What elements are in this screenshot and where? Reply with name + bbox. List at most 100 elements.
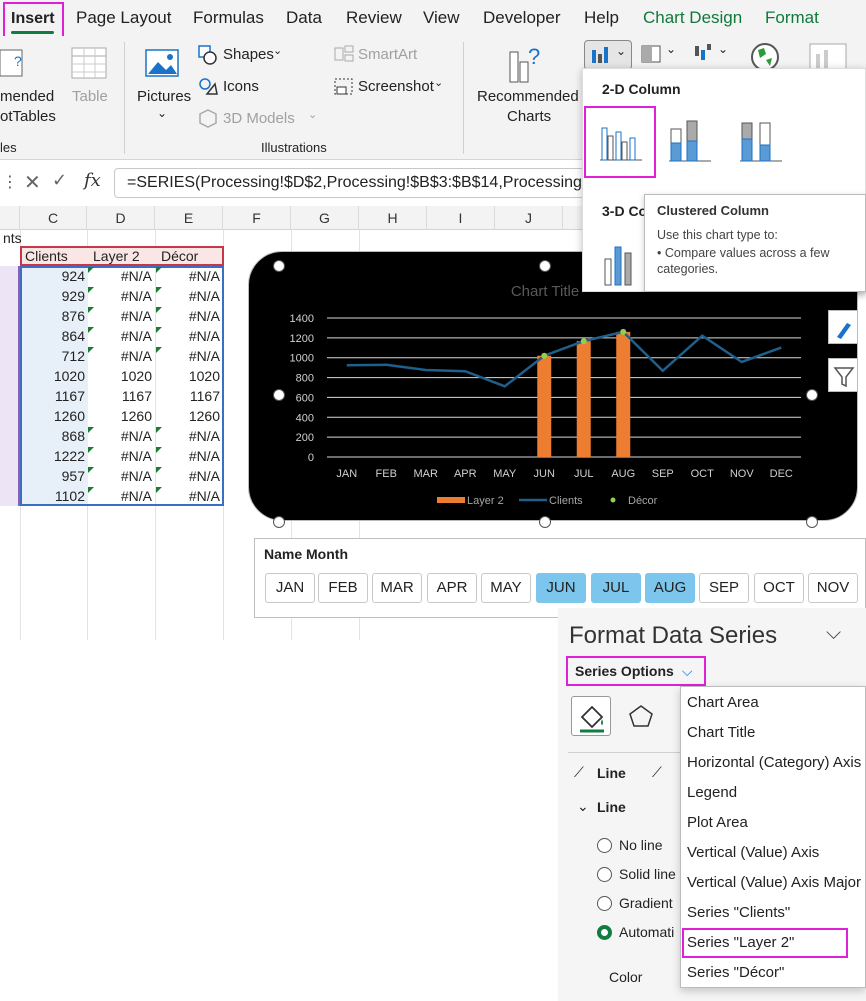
column-header-j[interactable]: J [495,206,563,230]
tab-page-layout[interactable]: Page Layout [76,8,171,28]
table-cell[interactable]: 924 [20,266,88,286]
menu-item[interactable]: Horizontal (Category) Axis [687,754,861,771]
chart-title[interactable]: Chart Title [511,283,579,300]
table-cell[interactable]: 1260 [20,406,88,426]
menu-item[interactable]: Chart Area [687,694,759,711]
radio-label[interactable]: Gradient [619,895,673,911]
menu-item[interactable]: Legend [687,784,737,801]
line-tab-icon[interactable]: ⟋ [574,764,584,781]
radio-gradient[interactable] [597,896,612,911]
3d-clustered-column-icon[interactable] [601,229,645,289]
pictures-dropdown-icon[interactable]: ⌄ [157,106,167,120]
section-collapse-chevron-icon[interactable]: ⌄ [577,798,589,815]
table-cell[interactable]: #N/A [155,326,223,346]
tab-view[interactable]: View [423,8,460,28]
table-button[interactable]: Table [72,88,108,105]
slicer-item-may[interactable]: MAY [481,573,531,603]
table-cell[interactable]: #N/A [155,306,223,326]
column-header-i[interactable]: I [427,206,495,230]
screenshot-dropdown-icon[interactable]: ⌄ [434,76,443,89]
menu-item[interactable]: Series "Décor" [687,964,784,981]
table-cell[interactable]: 1020 [155,366,223,386]
column-header-h[interactable]: H [359,206,427,230]
column-header-c[interactable]: C [20,206,87,230]
100-stacked-column-icon[interactable] [738,113,784,169]
resize-handle-top-left[interactable] [273,260,285,272]
menu-item[interactable]: Plot Area [687,814,748,831]
pane-options-chevron-icon[interactable]: ⌵ [826,622,841,645]
cancel-icon[interactable]: ✕ [24,170,41,195]
table-cell[interactable]: #N/A [87,266,155,286]
radio-label[interactable]: Solid line [619,866,676,882]
menu-item[interactable]: Vertical (Value) Axis Major [687,874,861,891]
stacked-column-icon[interactable] [667,113,713,169]
menu-item[interactable]: Chart Title [687,724,755,741]
pictures-button[interactable]: Pictures [137,88,191,105]
table-cell[interactable]: #N/A [155,426,223,446]
enter-check-icon[interactable]: ✓ [52,170,67,191]
clustered-column-option[interactable] [584,106,656,178]
radio-label[interactable]: Automati [619,924,674,940]
column-header-e[interactable]: E [155,206,223,230]
slicer-item-sep[interactable]: SEP [699,573,749,603]
bar-layer2[interactable] [576,341,591,457]
table-cell[interactable]: #N/A [87,426,155,446]
table-cell[interactable]: 712 [20,346,88,366]
table-cell[interactable]: #N/A [87,446,155,466]
table-cell[interactable]: 864 [20,326,88,346]
shapes-dropdown-icon[interactable]: ⌄ [273,44,282,57]
marker-decor[interactable] [580,338,587,345]
smartart-button[interactable]: SmartArt [358,46,417,63]
table-cell[interactable]: 929 [20,286,88,306]
slicer-item-jan[interactable]: JAN [265,573,315,603]
tab-data[interactable]: Data [286,8,322,28]
tab-review[interactable]: Review [346,8,402,28]
resize-handle-bottom-right[interactable] [806,516,818,528]
menu-item[interactable]: Series "Clients" [687,904,790,921]
table-cell[interactable]: 1260 [87,406,155,426]
table-cell[interactable]: 1167 [155,386,223,406]
column-header-f[interactable]: F [223,206,291,230]
chart-styles-button[interactable] [828,310,858,344]
tab-developer[interactable]: Developer [483,8,561,28]
effects-tab-pentagon-icon[interactable] [626,702,656,730]
chevron-down-icon[interactable]: ⌄ [718,42,728,56]
table-cell[interactable]: 1167 [20,386,88,406]
table-cell[interactable]: #N/A [87,306,155,326]
line-tab[interactable]: Line [597,765,626,781]
3d-models-dropdown-icon[interactable]: ⌄ [308,108,317,121]
more-options-icon[interactable]: ⋮ [2,172,18,192]
table-cell[interactable]: 1260 [155,406,223,426]
bar-layer2[interactable] [616,331,631,457]
table-cell[interactable]: 1102 [20,486,88,506]
waterfall-chart-icon[interactable] [692,42,714,64]
slicer-item-nov[interactable]: NOV [808,573,858,603]
table-cell[interactable]: 957 [20,466,88,486]
column-header-d[interactable]: D [87,206,155,230]
table-cell[interactable]: 868 [20,426,88,446]
chevron-down-icon[interactable]: ⌄ [666,42,676,56]
slicer-item-aug[interactable]: AUG [645,573,695,603]
resize-handle-bottom-left[interactable] [273,516,285,528]
table-cell[interactable]: 1167 [87,386,155,406]
resize-handle-right[interactable] [806,389,818,401]
recommended-pivot-label-2[interactable]: otTables [0,108,56,125]
table-cell[interactable]: #N/A [155,446,223,466]
marker-tab-icon[interactable]: ⟋ [652,764,662,781]
resize-handle-top[interactable] [539,260,551,272]
line-series-clients[interactable] [346,330,782,388]
hierarchy-chart-icon[interactable] [640,44,662,64]
tab-help[interactable]: Help [584,8,619,28]
table-cell[interactable]: #N/A [155,286,223,306]
recommended-charts-label-2[interactable]: Charts [507,108,551,125]
table-header-cell[interactable]: Décor [158,246,201,266]
table-cell[interactable]: #N/A [87,466,155,486]
table-cell[interactable]: #N/A [87,286,155,306]
table-cell[interactable]: #N/A [155,346,223,366]
column-header-g[interactable]: G [291,206,359,230]
table-cell[interactable]: #N/A [155,266,223,286]
icons-button[interactable]: Icons [223,78,259,95]
line-section-header[interactable]: Line [597,799,626,815]
slicer-item-jun[interactable]: JUN [536,573,586,603]
bar-layer2[interactable] [537,355,552,457]
